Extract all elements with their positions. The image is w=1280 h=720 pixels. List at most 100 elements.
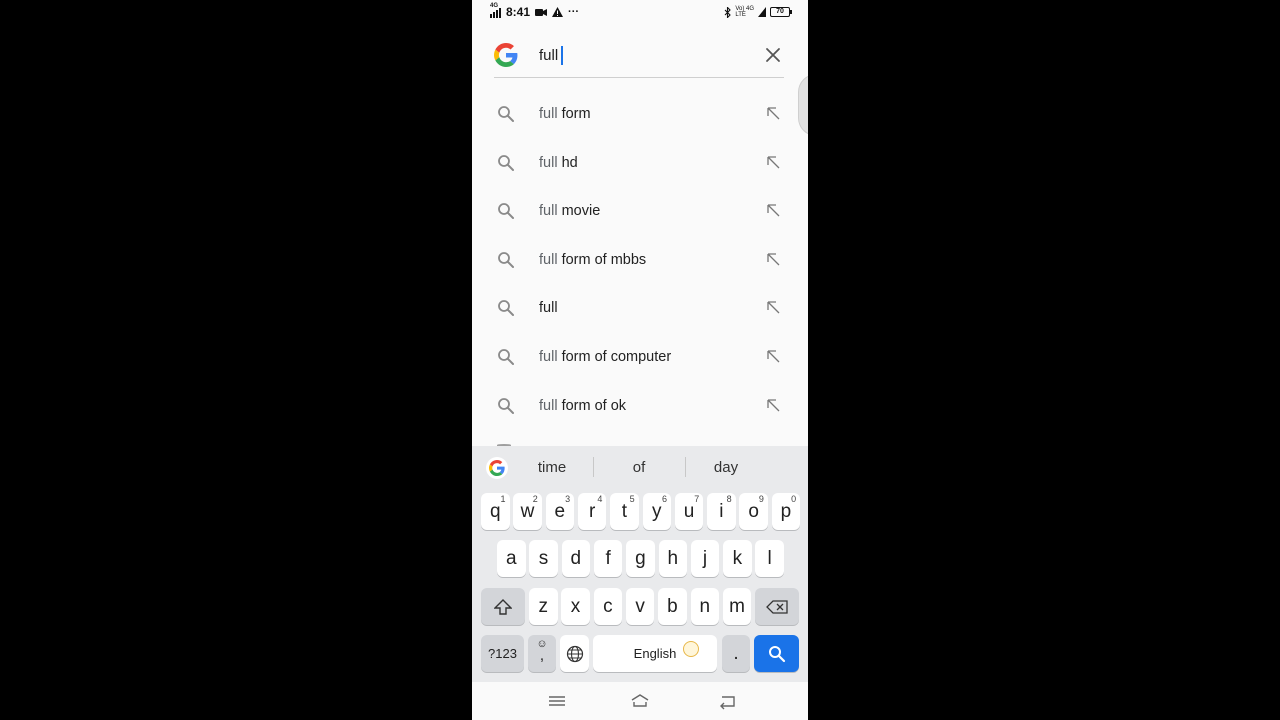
- word-suggestion-3[interactable]: day: [686, 459, 766, 476]
- search-icon: [497, 299, 515, 317]
- suggestion-item[interactable]: full form of mbbs: [472, 235, 808, 284]
- word-suggestion-1[interactable]: time: [512, 459, 592, 476]
- key-label: g: [635, 547, 646, 569]
- key-k[interactable]: k: [723, 540, 752, 577]
- arrow-up-left-icon[interactable]: [767, 155, 780, 169]
- back-icon[interactable]: [718, 692, 738, 710]
- key-w[interactable]: w2: [513, 493, 542, 530]
- key-f[interactable]: f: [593, 540, 623, 577]
- suggestion-item[interactable]: full hd: [472, 138, 808, 187]
- search-key[interactable]: [754, 635, 799, 672]
- suggestion-item[interactable]: full movie: [472, 186, 808, 235]
- suggestion-text: full: [539, 300, 558, 316]
- battery-level: 70: [776, 8, 784, 15]
- key-d[interactable]: d: [561, 540, 591, 577]
- search-icon: [497, 251, 515, 269]
- google-logo-icon: [494, 43, 518, 67]
- keyboard: time of day q1w2e3r4t5y6u7i8o9p0asdfghjk…: [472, 446, 808, 682]
- key-n[interactable]: n: [690, 588, 719, 625]
- key-i[interactable]: i8: [707, 493, 736, 530]
- bluetooth-icon: [724, 6, 732, 18]
- key-l[interactable]: l: [755, 540, 784, 577]
- key-label: r: [588, 500, 596, 522]
- key-t[interactable]: t5: [610, 493, 639, 530]
- suggestion-text: full movie: [539, 203, 600, 219]
- key-x[interactable]: x: [561, 588, 590, 625]
- key-label: h: [667, 547, 679, 569]
- key-m[interactable]: m: [722, 588, 752, 625]
- side-panel-handle[interactable]: [798, 74, 808, 136]
- key-hint: 2: [532, 494, 538, 504]
- suggestion-prefix: full: [539, 348, 558, 365]
- search-input[interactable]: full: [539, 46, 564, 65]
- key-label: ?123: [488, 646, 517, 661]
- key-c[interactable]: c: [593, 588, 623, 625]
- backspace-key[interactable]: [755, 588, 799, 625]
- arrow-up-left-icon[interactable]: [767, 301, 780, 314]
- key-a[interactable]: a: [497, 540, 526, 577]
- signal-strength-icon: [758, 7, 766, 17]
- key-e[interactable]: e3: [545, 493, 575, 530]
- shift-key[interactable]: [481, 588, 525, 625]
- key-label: i: [719, 500, 724, 522]
- volte-indicator: Vo) 4G LTE: [735, 6, 754, 18]
- key-label: n: [699, 595, 711, 617]
- arrow-up-left-icon[interactable]: [767, 398, 780, 412]
- search-icon: [497, 348, 515, 366]
- arrow-up-left-icon[interactable]: [767, 253, 780, 266]
- key-label: c: [603, 595, 613, 617]
- key-s[interactable]: s: [529, 540, 558, 577]
- key-o[interactable]: o9: [739, 493, 768, 530]
- key-hint: 4: [597, 494, 603, 504]
- suggestion-completion: movie: [557, 203, 601, 220]
- emoji-comma-key[interactable]: ☺,: [528, 635, 556, 672]
- key-label: f: [605, 547, 611, 569]
- key-b[interactable]: b: [658, 588, 687, 625]
- close-icon[interactable]: [764, 46, 782, 64]
- key-r[interactable]: r4: [577, 493, 607, 530]
- suggestion-prefix: full: [539, 106, 558, 122]
- suggestion-item[interactable]: full form of computer: [472, 332, 808, 381]
- key-u[interactable]: u7: [674, 493, 704, 530]
- navigation-bar: [472, 682, 808, 720]
- arrow-up-left-icon[interactable]: [767, 350, 780, 363]
- status-bar: 4G 8:41 ··· Vo) 4G LTE 70: [472, 0, 808, 26]
- period-key[interactable]: .: [722, 635, 750, 672]
- key-j[interactable]: j: [690, 540, 720, 577]
- arrow-up-left-icon[interactable]: [767, 204, 780, 217]
- phone-screen: 4G 8:41 ··· Vo) 4G LTE 70 full full form…: [472, 0, 808, 720]
- word-suggestion-2[interactable]: of: [599, 459, 679, 476]
- menu-icon[interactable]: [547, 692, 567, 710]
- search-bar[interactable]: full: [494, 36, 784, 78]
- key-z[interactable]: z: [529, 588, 558, 625]
- suggestion-text: full form: [539, 106, 591, 122]
- language-key[interactable]: [560, 635, 589, 672]
- warning-icon: [552, 7, 564, 17]
- home-icon[interactable]: [630, 692, 650, 710]
- key-label: z: [538, 595, 549, 617]
- suggestion-item[interactable]: full form of ok: [472, 381, 808, 430]
- search-icon: [497, 154, 515, 172]
- suggestion-item[interactable]: full form: [472, 89, 808, 138]
- key-v[interactable]: v: [625, 588, 655, 625]
- key-p[interactable]: p0: [771, 493, 801, 530]
- arrow-up-left-icon[interactable]: [767, 107, 780, 120]
- globe-icon: [566, 645, 583, 662]
- status-left: 4G 8:41 ···: [490, 3, 579, 19]
- key-label: v: [635, 595, 645, 617]
- shift-icon: [494, 598, 512, 615]
- search-icon: [768, 645, 785, 662]
- suggestion-completion: form of computer: [557, 348, 672, 365]
- key-hint: 3: [565, 494, 571, 504]
- symbols-key[interactable]: ?123: [481, 635, 524, 672]
- suggestion-completion: form: [557, 106, 591, 122]
- suggestion-item[interactable]: full: [472, 283, 808, 332]
- key-y[interactable]: y6: [642, 493, 671, 530]
- key-q[interactable]: q1: [481, 493, 510, 530]
- key-g[interactable]: g: [626, 540, 655, 577]
- space-key[interactable]: English: [593, 635, 717, 672]
- key-h[interactable]: h: [658, 540, 687, 577]
- keyboard-google-icon[interactable]: [486, 457, 508, 479]
- key-label: m: [729, 595, 745, 617]
- suggestion-text: full hd: [539, 155, 578, 171]
